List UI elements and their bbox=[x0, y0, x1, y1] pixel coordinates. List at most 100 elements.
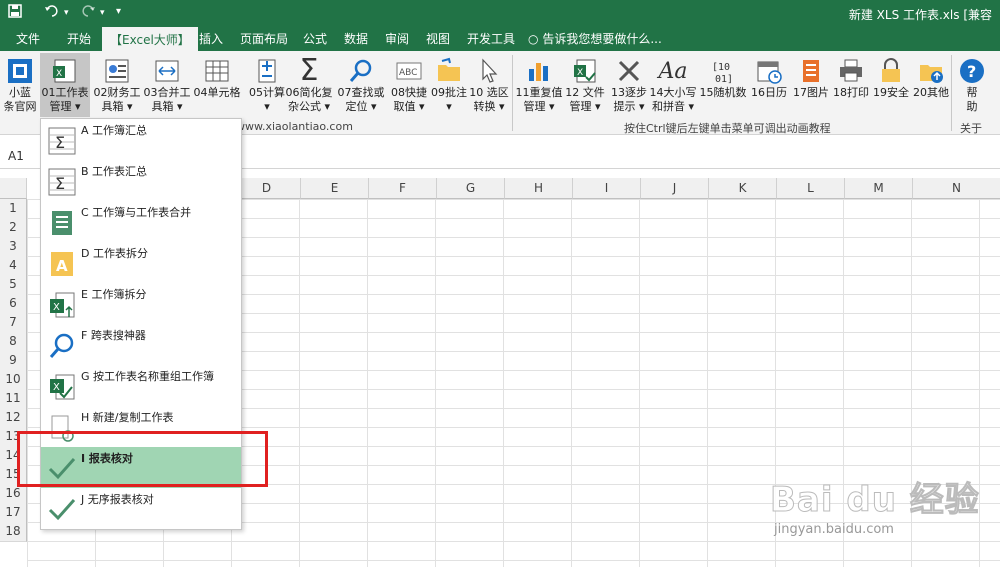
tab-formulas[interactable]: 公式 bbox=[301, 27, 329, 51]
row-header[interactable]: 7 bbox=[0, 313, 27, 333]
abc-icon: ABC bbox=[393, 56, 425, 86]
column-header[interactable]: J bbox=[641, 178, 709, 199]
excel-sheet-icon: X bbox=[49, 56, 81, 86]
row-header[interactable]: 18 bbox=[0, 522, 27, 542]
menu-item-workbook-split[interactable]: X E 工作簿拆分 bbox=[41, 283, 241, 324]
svg-text:Σ: Σ bbox=[55, 174, 65, 193]
svg-text:?: ? bbox=[967, 62, 976, 81]
redo-icon[interactable] bbox=[80, 4, 96, 22]
ribbon-button-merge-toolbox[interactable]: 03合并工 具箱 ▾ bbox=[142, 53, 192, 117]
blue-square-icon bbox=[4, 56, 36, 86]
column-header[interactable]: M bbox=[845, 178, 913, 199]
row-header[interactable]: 6 bbox=[0, 294, 27, 314]
svg-text:X: X bbox=[53, 302, 60, 313]
select-all-corner[interactable] bbox=[0, 178, 27, 199]
ribbon-button-finance-toolbox[interactable]: 02财务工 具箱 ▾ bbox=[92, 53, 142, 117]
folder-upload-icon bbox=[915, 56, 947, 86]
row-header[interactable]: 9 bbox=[0, 351, 27, 371]
svg-text:X: X bbox=[56, 69, 62, 79]
group-label-site: www.xiaolantiao.com bbox=[236, 120, 353, 133]
sigma-icon: Σ bbox=[299, 53, 319, 88]
undo-dropdown-icon[interactable]: ▾ bbox=[64, 8, 69, 18]
save-icon[interactable] bbox=[8, 4, 22, 22]
lock-icon bbox=[875, 56, 907, 86]
ribbon-button-random-number[interactable]: [10 01] 15随机数 bbox=[698, 53, 748, 117]
tell-me-text: 告诉我您想要做什么... bbox=[542, 32, 662, 46]
column-header[interactable]: E bbox=[301, 178, 369, 199]
menu-item-regroup-by-name[interactable]: X G 按工作表名称重组工作簿 bbox=[41, 365, 241, 406]
tab-insert[interactable]: 插入 bbox=[197, 27, 225, 51]
row-header[interactable]: 11 bbox=[0, 389, 27, 409]
tab-file[interactable]: 文件 bbox=[14, 27, 42, 51]
menu-item-merge[interactable]: C 工作簿与工作表合并 bbox=[41, 201, 241, 242]
row-header[interactable]: 5 bbox=[0, 275, 27, 295]
row-header[interactable]: 3 bbox=[0, 237, 27, 257]
ribbon-button-simplify-formula[interactable]: Σ 06简化复 杂公式 ▾ bbox=[284, 53, 334, 117]
cursor-icon bbox=[473, 56, 505, 86]
tab-review[interactable]: 审阅 bbox=[383, 27, 411, 51]
ribbon-tabs: 文件 开始 【Excel大师】 插入 页面布局 公式 数据 审阅 视图 开发工具… bbox=[0, 27, 1000, 52]
row-header[interactable]: 17 bbox=[0, 503, 27, 523]
name-box[interactable]: A1 bbox=[8, 149, 24, 163]
menu-item-sheet-summary[interactable]: Σ B 工作表汇总 bbox=[41, 160, 241, 201]
row-header[interactable]: 2 bbox=[0, 218, 27, 238]
picture-icon bbox=[795, 56, 827, 86]
column-header[interactable]: K bbox=[709, 178, 777, 199]
sum-icon: Σ bbox=[48, 168, 76, 196]
group-label-about: 关于 bbox=[960, 122, 982, 135]
row-header[interactable]: 12 bbox=[0, 408, 27, 428]
sum-icon: Σ bbox=[48, 127, 76, 155]
tab-view[interactable]: 视图 bbox=[424, 27, 452, 51]
undo-icon[interactable] bbox=[44, 4, 60, 22]
ribbon-button-cells[interactable]: 04单元格 bbox=[192, 53, 242, 117]
row-header[interactable]: 10 bbox=[0, 370, 27, 390]
redo-dropdown-icon[interactable]: ▾ bbox=[100, 8, 105, 18]
svg-text:[10: [10 bbox=[712, 62, 730, 73]
column-header[interactable]: D bbox=[233, 178, 301, 199]
ribbon-button-sheet-manage[interactable]: X 01工作表 管理 ▾ bbox=[40, 53, 90, 117]
folder-note-icon bbox=[433, 56, 465, 86]
row-header[interactable]: 1 bbox=[0, 199, 27, 219]
tab-data[interactable]: 数据 bbox=[342, 27, 370, 51]
menu-item-cross-sheet-search[interactable]: F 跨表搜神器 bbox=[41, 324, 241, 365]
tab-excel-master[interactable]: 【Excel大师】 bbox=[102, 27, 198, 52]
column-header[interactable]: G bbox=[437, 178, 505, 199]
font-aa-icon: Aa bbox=[658, 58, 688, 84]
column-header[interactable]: N bbox=[913, 178, 1000, 199]
column-header[interactable]: H bbox=[505, 178, 573, 199]
magnifier-icon bbox=[345, 56, 377, 86]
menu-item-workbook-summary[interactable]: Σ A 工作簿汇总 bbox=[41, 119, 241, 160]
row-header[interactable]: 4 bbox=[0, 256, 27, 276]
row-header[interactable]: 8 bbox=[0, 332, 27, 352]
finance-icon bbox=[101, 56, 133, 86]
ribbon-button-case-pinyin[interactable]: Aa 14大小写 和拼音 ▾ bbox=[648, 53, 698, 117]
column-header[interactable]: F bbox=[369, 178, 437, 199]
merge-arrows-icon bbox=[151, 56, 183, 86]
excel-check-icon: X bbox=[48, 373, 76, 401]
cell-grid-icon bbox=[201, 56, 233, 86]
svg-text:Σ: Σ bbox=[55, 133, 65, 152]
window-title: 新建 XLS 工作表.xls [兼容 bbox=[848, 8, 992, 22]
svg-text:X: X bbox=[577, 68, 583, 78]
ribbon-button-selection-convert[interactable]: 10 选区 转换 ▾ bbox=[464, 53, 514, 117]
red-highlight-box bbox=[17, 431, 268, 487]
split-icon: A bbox=[48, 250, 76, 278]
tab-page-layout[interactable]: 页面布局 bbox=[238, 27, 290, 51]
menu-item-unordered-report-check[interactable]: J 无序报表核对 bbox=[41, 488, 241, 529]
svg-text:01]: 01] bbox=[715, 74, 733, 85]
ribbon-button-help[interactable]: ? 帮 助 bbox=[952, 53, 992, 117]
svg-text:ABC: ABC bbox=[399, 68, 417, 78]
column-header[interactable]: I bbox=[573, 178, 641, 199]
magnifier-icon bbox=[48, 332, 76, 360]
column-header[interactable]: L bbox=[777, 178, 845, 199]
binary-icon: [10 01] bbox=[707, 56, 739, 86]
svg-text:A: A bbox=[56, 257, 68, 275]
menu-item-sheet-split[interactable]: A D 工作表拆分 bbox=[41, 242, 241, 283]
svg-text:X: X bbox=[53, 382, 60, 393]
tab-home[interactable]: 开始 bbox=[65, 27, 93, 51]
tab-developer[interactable]: 开发工具 bbox=[465, 27, 517, 51]
calendar-icon bbox=[753, 56, 785, 86]
customize-quick-access-icon[interactable]: ▾ bbox=[116, 6, 121, 17]
tell-me-search[interactable]: ○ 告诉我您想要做什么... bbox=[528, 27, 662, 51]
row-header[interactable]: 16 bbox=[0, 484, 27, 504]
